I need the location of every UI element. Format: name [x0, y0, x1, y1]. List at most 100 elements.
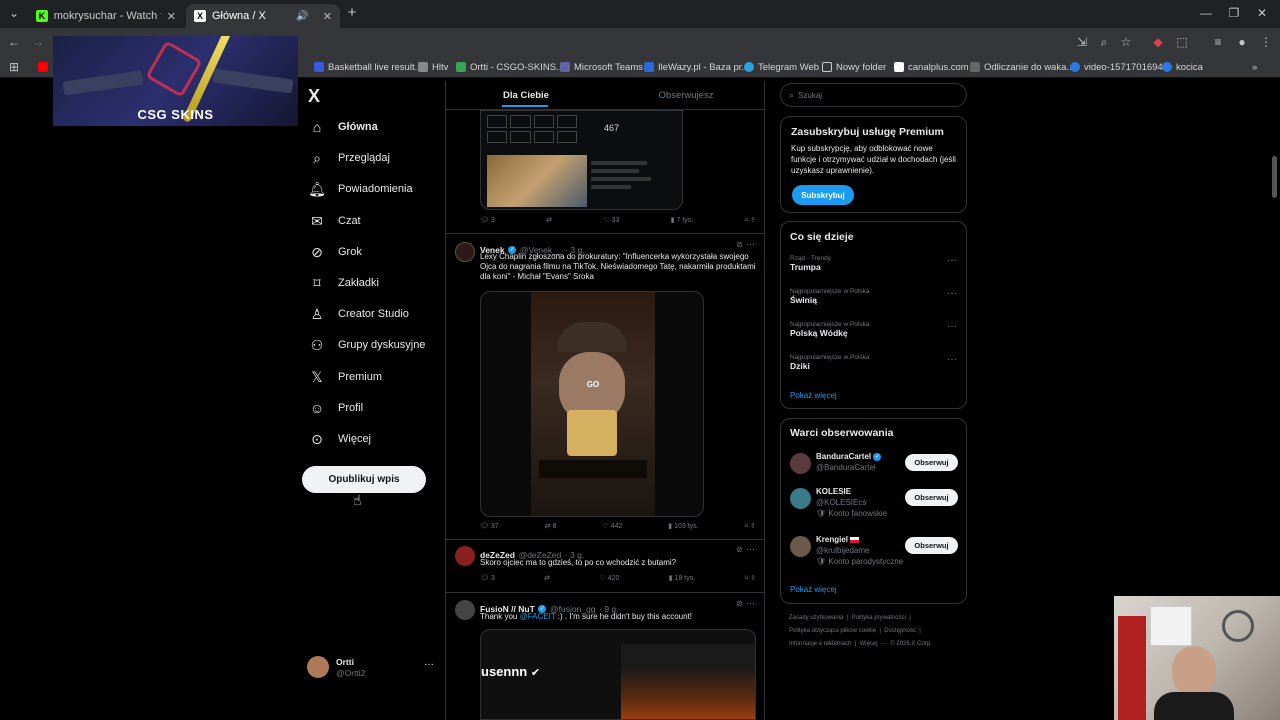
repost-button[interactable]: ⇄ 8: [545, 522, 557, 534]
trend-item[interactable]: Rząd · Trendy Trumpa: [790, 255, 960, 272]
close-icon[interactable]: ✕: [323, 10, 332, 23]
window-close-icon[interactable]: ✕: [1254, 5, 1270, 21]
views-button[interactable]: ▮ 103 tys.: [668, 522, 698, 534]
bookmark-5[interactable]: Telegram Web: [744, 59, 819, 75]
repost-button[interactable]: ⇄: [546, 216, 552, 228]
bookmark-0[interactable]: Basketball live result...: [314, 59, 423, 75]
forward-icon[interactable]: →: [30, 34, 46, 50]
profile-icon[interactable]: ●: [1234, 34, 1250, 50]
search-input[interactable]: Szukaj: [798, 91, 822, 100]
subscribe-button[interactable]: Subskrybuj: [792, 185, 854, 205]
footer-link[interactable]: Polityka prywatności: [852, 615, 906, 621]
bookmark-button[interactable]: ⌑ ⇪: [745, 574, 756, 586]
restore-icon[interactable]: ❐: [1226, 5, 1242, 21]
bookmark-10[interactable]: kocica: [1162, 59, 1203, 75]
follow-show-more[interactable]: Pokaż więcej: [790, 585, 837, 594]
bookmark-button[interactable]: ⌑ ⇪: [745, 216, 756, 228]
trend-item[interactable]: Najpopularniejsze w Polska Polską Wódkę: [790, 321, 960, 338]
nav-groups[interactable]: ⚇ Grupy dyskusyjne: [308, 333, 426, 357]
footer-link[interactable]: Dostępność: [884, 628, 916, 634]
follow-suggestion[interactable]: Krengiel @krulbijedame 🛡︎ Konto parodyst…: [781, 534, 968, 570]
follow-button[interactable]: Obserwuj: [905, 489, 958, 506]
close-icon[interactable]: ✕: [167, 10, 176, 23]
like-button[interactable]: ♡ 442: [602, 522, 622, 534]
search-box[interactable]: ⌕ Szukaj: [780, 83, 967, 107]
like-button[interactable]: ♡ 420: [599, 574, 619, 586]
tweet[interactable]: FusioN // NuT ✓ @fusion_gg · 9 g. ⊘ ··· …: [446, 593, 764, 720]
x-logo[interactable]: X: [308, 86, 320, 107]
media-icon[interactable]: ≡: [1210, 34, 1226, 50]
footer-link[interactable]: Polityka dotycząca plików cookie: [789, 628, 876, 634]
more-icon[interactable]: ···: [746, 598, 755, 608]
follow-suggestion[interactable]: BanduraCartel ✓ @BanduraCartel Obserwuj: [781, 451, 968, 481]
bookmark-1[interactable]: Hltv: [418, 59, 448, 75]
follow-suggestion[interactable]: KOLESIE @KOLESIEcs 🛡︎ Konto fanowskie Ob…: [781, 486, 968, 522]
tab-search-icon[interactable]: ⌄: [6, 5, 22, 21]
account-menu-icon[interactable]: ···: [424, 659, 434, 670]
trend-more-icon[interactable]: ···: [947, 321, 957, 332]
reply-button[interactable]: 💬︎ 3: [480, 216, 495, 228]
bookmark-9[interactable]: video-1571701694: [1070, 59, 1163, 75]
scrollbar-thumb[interactable]: [1272, 156, 1277, 198]
nav-explore[interactable]: ⌕ Przeglądaj: [308, 146, 390, 170]
grok-icon[interactable]: ⊘: [736, 240, 743, 249]
back-icon[interactable]: ←: [6, 34, 22, 50]
trends-show-more[interactable]: Pokaż więcej: [790, 391, 837, 400]
grok-icon[interactable]: ⊘: [736, 545, 743, 554]
bookmark-6[interactable]: Nowy folder: [822, 59, 886, 75]
apps-icon[interactable]: ⊞: [6, 59, 22, 75]
tweet[interactable]: 467 💬︎ 3 ⇄ ♡ 33 ▮ 7 tys. ⌑ ⇪: [446, 110, 764, 234]
nav-notifications[interactable]: 🔔︎ Powiadomienia: [308, 177, 413, 201]
repost-button[interactable]: ⇄: [544, 574, 550, 586]
more-bookmarks[interactable]: »: [1252, 59, 1257, 75]
reply-button[interactable]: 💬︎ 37: [480, 522, 499, 534]
extensions-icon[interactable]: ⬚: [1174, 34, 1190, 50]
star-icon[interactable]: ☆: [1118, 34, 1134, 50]
footer-link[interactable]: Więcej ···: [860, 641, 886, 647]
zoom-icon[interactable]: ⌕: [1096, 34, 1112, 50]
extension-icon[interactable]: ◆: [1150, 34, 1166, 50]
bookmark-2[interactable]: Ortti - CSGO-SKINS...: [456, 59, 564, 75]
nav-premium[interactable]: 𝕏 Premium: [308, 365, 382, 389]
like-button[interactable]: ♡ 33: [603, 216, 619, 228]
trend-more-icon[interactable]: ···: [947, 354, 957, 365]
tab-x-active[interactable]: X Główna / X 🔊 ✕: [186, 4, 340, 28]
post-button[interactable]: Opublikuj wpis: [302, 466, 426, 493]
bookmark-3[interactable]: Microsoft Teams: [560, 59, 643, 75]
nav-grok[interactable]: ⊘ Grok: [308, 240, 362, 264]
footer-link[interactable]: Zasady użytkowania: [789, 615, 843, 621]
menu-icon[interactable]: ⋮: [1258, 34, 1274, 50]
tab-following[interactable]: Obserwujesz: [606, 81, 764, 109]
follow-button[interactable]: Obserwuj: [905, 454, 958, 471]
trend-item[interactable]: Najpopularniejsze w Polska Dziki: [790, 354, 960, 371]
nav-more[interactable]: ⊙ Więcej: [308, 427, 371, 451]
more-icon[interactable]: ···: [746, 544, 755, 554]
bookmark-button[interactable]: ⌑ ⇪: [745, 522, 756, 534]
views-button[interactable]: ▮ 7 tys.: [671, 216, 694, 228]
account-switcher[interactable]: Ortti @Ortti2 ···: [307, 656, 437, 680]
tweet-video[interactable]: GO: [480, 291, 704, 517]
install-icon[interactable]: ⇲: [1074, 34, 1090, 50]
views-button[interactable]: ▮ 18 tys.: [669, 574, 695, 586]
tweet-image[interactable]: usennn ✔: [480, 629, 756, 720]
nav-home[interactable]: ⌂ Główna: [308, 115, 378, 139]
follow-button[interactable]: Obserwuj: [905, 537, 958, 554]
tweet[interactable]: Venek ✓ @Venek__ · 3 g. ⊘ ··· Lexy Chapl…: [446, 234, 764, 540]
tweet[interactable]: deZeZed @deZeZed · 3 g. ⊘ ··· Skoro ojci…: [446, 540, 764, 593]
trend-more-icon[interactable]: ···: [947, 255, 957, 266]
grok-icon[interactable]: ⊘: [736, 599, 743, 608]
bookmark-8[interactable]: Odliczanie do waka...: [970, 59, 1074, 75]
tab-kick[interactable]: K mokrysuchar - Watch the VOD ✕: [28, 4, 184, 28]
nav-profile[interactable]: ☺ Profil: [308, 396, 363, 420]
mention-link[interactable]: @FACEIT: [520, 612, 556, 621]
bookmark-7[interactable]: canalplus.com: [894, 59, 969, 75]
minimize-icon[interactable]: —: [1198, 5, 1214, 21]
nav-creator-studio[interactable]: ♙ Creator Studio: [308, 302, 409, 326]
trend-more-icon[interactable]: ···: [947, 288, 957, 299]
youtube-bookmark[interactable]: [38, 59, 48, 75]
nav-bookmarks[interactable]: ⌑ Zakładki: [308, 271, 379, 295]
bookmark-4[interactable]: IleWazy.pl - Baza pr...: [644, 59, 749, 75]
reply-button[interactable]: 💬︎ 3: [480, 574, 495, 586]
more-icon[interactable]: ···: [746, 239, 755, 249]
trend-item[interactable]: Najpopularniejsze w Polska Świnią: [790, 288, 960, 305]
